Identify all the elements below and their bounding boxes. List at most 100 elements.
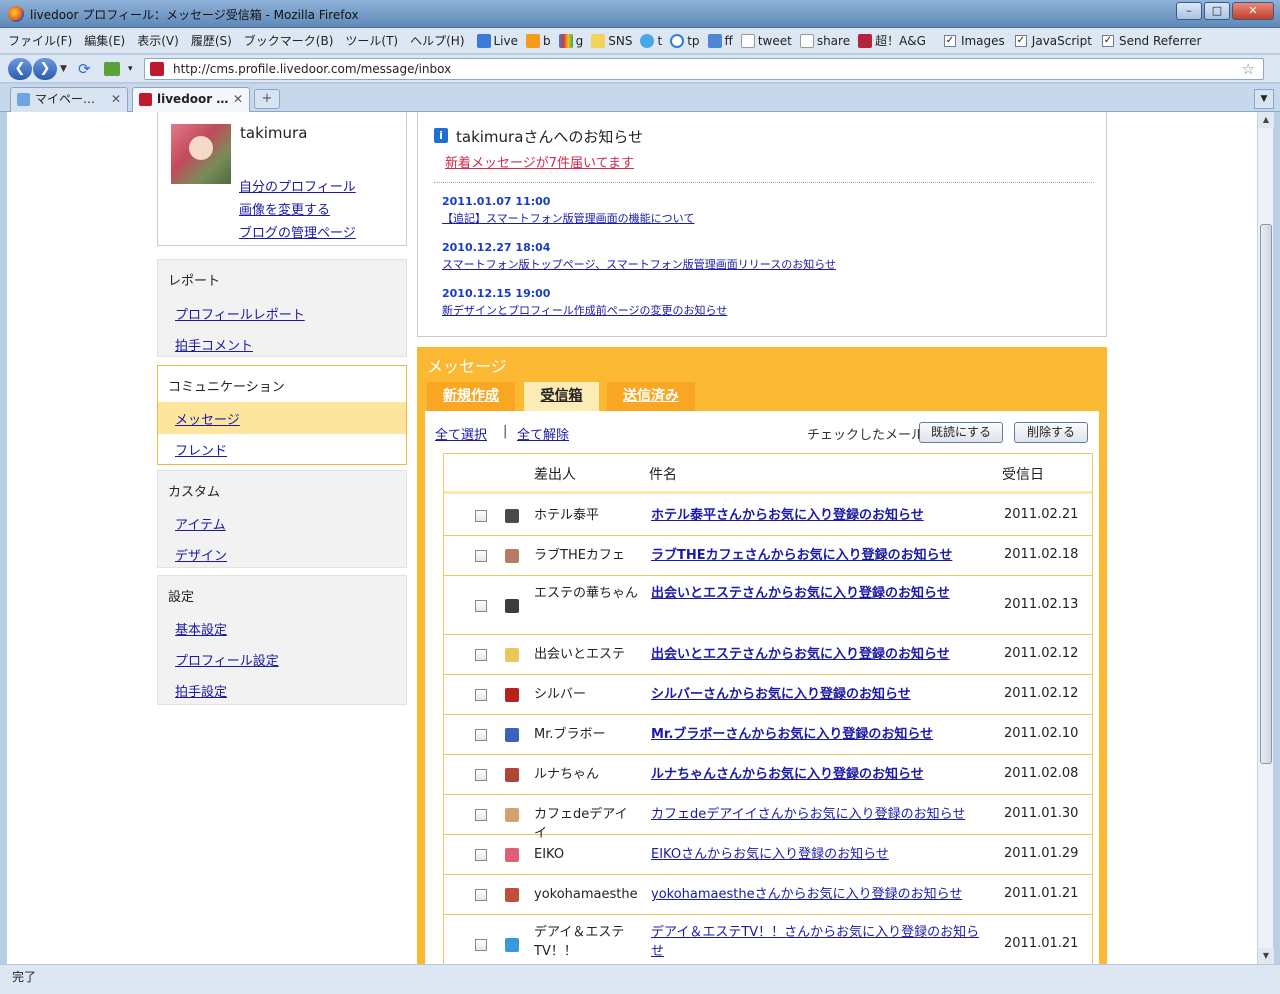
tab-mypage[interactable]: マイペー… ✕ [10, 87, 128, 112]
sender-avatar-icon [505, 599, 519, 613]
table-row: yokohamaesthe yokohamaestheさんからお気に入り登録のお知… [444, 875, 1092, 915]
menu-tools[interactable]: ツール(T) [345, 32, 398, 49]
received-date: 2011.01.21 [1004, 936, 1079, 951]
message-subject-link[interactable]: ラブTHEカフェさんからお気に入り登録のお知らせ [651, 546, 991, 565]
mark-read-button[interactable]: 既読にする [919, 422, 1003, 443]
tab-label: livedoor … [157, 92, 229, 106]
sidebar-item-item[interactable]: アイテム [175, 514, 226, 533]
tab-inbox[interactable]: 受信箱 [524, 382, 599, 411]
my-profile-link[interactable]: 自分のプロフィール [239, 176, 356, 195]
tab-livedoor[interactable]: livedoor … ✕ [132, 87, 250, 113]
maximize-button[interactable]: □ [1204, 2, 1230, 20]
minimize-button[interactable]: – [1176, 2, 1202, 20]
close-tab-icon[interactable]: ✕ [233, 88, 243, 110]
news-link[interactable]: 【追記】スマートフォン版管理画面の機能について [442, 210, 694, 226]
message-subject-link[interactable]: ルナちゃんさんからお気に入り登録のお知らせ [651, 765, 991, 784]
toggle-label: JavaScript [1031, 33, 1092, 48]
menu-edit[interactable]: 編集(E) [84, 32, 125, 49]
received-date: 2011.01.21 [1004, 886, 1079, 901]
back-button[interactable]: ❮ [8, 58, 32, 80]
reload-icon[interactable]: ⟳ [78, 61, 91, 77]
message-subject-link[interactable]: EIKOさんからお気に入り登録のお知らせ [651, 845, 991, 864]
row-checkbox[interactable] [475, 769, 487, 781]
column-date: 受信日 [1002, 467, 1044, 483]
select-all-link[interactable]: 全て選択 [435, 424, 487, 443]
bookmark-share[interactable]: share [799, 33, 850, 48]
row-checkbox[interactable] [475, 939, 487, 951]
row-checkbox[interactable] [475, 849, 487, 861]
sidebar-item-clap-settings[interactable]: 拍手設定 [175, 681, 227, 700]
tab-sent[interactable]: 送信済み [607, 382, 695, 411]
sidebar-item-profile-report[interactable]: プロフィールレポート [175, 304, 305, 323]
message-subject-link[interactable]: ホテル泰平さんからお気に入り登録のお知らせ [651, 506, 991, 525]
row-checkbox[interactable] [475, 550, 487, 562]
table-row: エステの華ちゃん 出会いとエステさんからお気に入り登録のお知らせ 2011.02.1… [444, 576, 1092, 635]
separator: | [503, 424, 508, 439]
new-message-link[interactable]: 新着メッセージが7件届いてます [445, 152, 634, 171]
row-checkbox[interactable] [475, 689, 487, 701]
menu-help[interactable]: ヘルプ(H) [410, 32, 464, 49]
message-subject-link[interactable]: シルバーさんからお気に入り登録のお知らせ [651, 685, 991, 704]
scroll-up-icon[interactable]: ▲ [1258, 112, 1274, 128]
bookmark-star-icon[interactable]: ☆ [1242, 60, 1255, 78]
sidebar-item-basic-settings[interactable]: 基本設定 [175, 619, 227, 638]
sidebar-item-profile-settings[interactable]: プロフィール設定 [175, 650, 279, 669]
sidebar-item-clap-comment[interactable]: 拍手コメント [175, 335, 253, 354]
news-link[interactable]: スマートフォン版トップページ、スマートフォン版管理画面リリースのお知らせ [442, 256, 836, 272]
row-checkbox[interactable] [475, 510, 487, 522]
bookmark-tweet[interactable]: tweet [740, 33, 792, 48]
home-dropdown-icon[interactable]: ▾ [128, 64, 133, 74]
bookmark-tp[interactable]: tp [670, 33, 700, 48]
message-subject-link[interactable]: 出会いとエステさんからお気に入り登録のお知らせ [651, 584, 991, 603]
message-subject-link[interactable]: デアイ＆エステTV！！さんからお気に入り登録のお知らせ [651, 923, 991, 961]
sidebar-item-design[interactable]: デザイン [175, 545, 227, 564]
bookmark-b[interactable]: b [526, 33, 551, 48]
change-image-link[interactable]: 画像を変更する [239, 199, 330, 218]
forward-button[interactable]: ❯ [33, 58, 57, 80]
message-subject-link[interactable]: Mr.ブラボーさんからお気に入り登録のお知らせ [651, 725, 991, 744]
news-link[interactable]: 新デザインとプロフィール作成前ページの変更のお知らせ [442, 302, 727, 318]
close-window-button[interactable]: ✕ [1232, 2, 1274, 20]
tab-compose[interactable]: 新規作成 [427, 382, 515, 411]
close-tab-icon[interactable]: ✕ [111, 88, 121, 110]
scroll-down-icon[interactable]: ▼ [1258, 948, 1274, 964]
toggle-send-referrer[interactable]: ✓ Send Referrer [1101, 34, 1202, 48]
row-checkbox[interactable] [475, 889, 487, 901]
folder-icon [591, 33, 606, 48]
sidebar-item-friend[interactable]: フレンド [175, 440, 227, 459]
message-subject-link[interactable]: 出会いとエステさんからお気に入り登録のお知らせ [651, 645, 991, 664]
message-subject-link[interactable]: カフェdeデアイイさんからお気に入り登録のお知らせ [651, 805, 991, 824]
bookmark-sns[interactable]: SNS [591, 33, 632, 48]
menu-file[interactable]: ファイル(F) [8, 32, 72, 49]
profile-username: takimura [240, 124, 308, 142]
sidebar-item-message[interactable]: メッセージ [175, 409, 240, 428]
row-checkbox[interactable] [475, 649, 487, 661]
sender-name: ラブTHEカフェ [534, 548, 625, 563]
row-checkbox[interactable] [475, 809, 487, 821]
toggle-images[interactable]: ✓ Images [943, 34, 1005, 48]
menu-bookmarks[interactable]: ブックマーク(B) [244, 32, 334, 49]
bookmark-live[interactable]: Live [476, 33, 518, 48]
menu-view[interactable]: 表示(V) [137, 32, 179, 49]
bookmark-ag[interactable]: 超！A&G [858, 32, 926, 49]
url-bar[interactable]: http://cms.profile.livedoor.com/message/… [144, 58, 1264, 80]
vertical-scrollbar[interactable]: ▲ ▼ [1257, 112, 1274, 964]
row-checkbox[interactable] [475, 600, 487, 612]
delete-button[interactable]: 削除する [1014, 422, 1088, 443]
new-tab-button[interactable]: + [254, 89, 280, 109]
bookmark-t[interactable]: t [640, 33, 662, 48]
menu-history[interactable]: 履歴(S) [191, 32, 232, 49]
url-text: http://cms.profile.livedoor.com/message/… [173, 62, 452, 76]
toggle-javascript[interactable]: ✓ JavaScript [1014, 33, 1092, 48]
bookmark-g[interactable]: g [558, 33, 583, 48]
history-dropdown-icon[interactable]: ▼ [60, 64, 67, 74]
scrollbar-thumb[interactable] [1260, 224, 1272, 764]
row-checkbox[interactable] [475, 729, 487, 741]
deselect-all-link[interactable]: 全て解除 [517, 424, 569, 443]
message-subject-link[interactable]: yokohamaestheさんからお気に入り登録のお知らせ [651, 885, 991, 904]
bookmark-ff[interactable]: ff [707, 33, 733, 48]
home-icon[interactable] [104, 62, 120, 76]
sidebar-section-report: レポート プロフィールレポート 拍手コメント [157, 259, 407, 357]
list-tabs-icon[interactable]: ▼ [1254, 89, 1274, 109]
blog-admin-link[interactable]: ブログの管理ページ [239, 222, 356, 241]
